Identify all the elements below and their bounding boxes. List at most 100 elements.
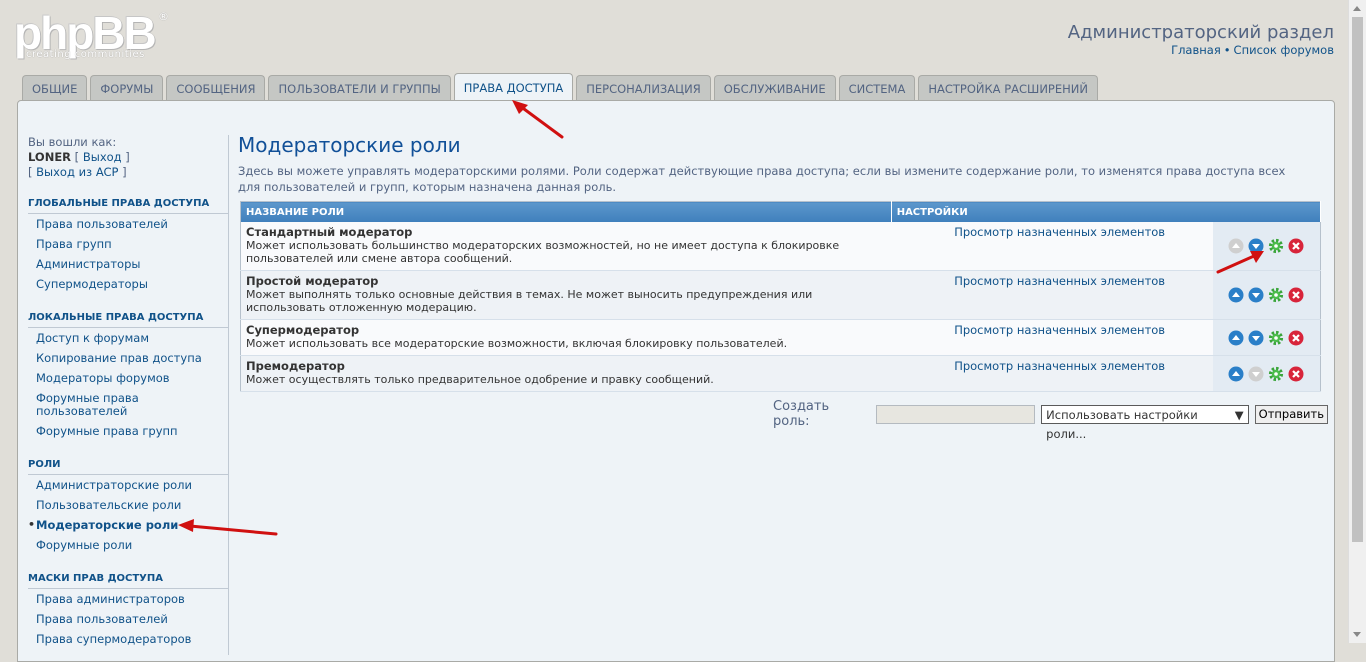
menu-global-permissions: Глобальные права доступа Права пользоват… — [28, 198, 228, 294]
move-up-icon[interactable] — [1228, 330, 1244, 346]
role-name: Супермодератор — [246, 323, 360, 337]
roles-table: Название роли Настройки Стандартный моде… — [240, 201, 1322, 392]
login-info: Вы вошли как: LONER [ Выход ] [ Выход из… — [28, 135, 228, 180]
role-template-select[interactable]: Использовать настройки роли... ▼ — [1041, 404, 1249, 441]
settings-gear-icon[interactable] — [1268, 330, 1284, 346]
role-name: Премодератор — [246, 359, 345, 373]
sidebar-item-administrators[interactable]: Администраторы — [28, 254, 228, 274]
sidebar-item-admin-roles[interactable]: Администраторские роли — [28, 475, 228, 495]
sidebar-item-user-permissions[interactable]: Права пользователей — [28, 214, 228, 234]
table-row: Супермодератор Может использовать все мо… — [240, 319, 1321, 356]
sidebar-item-copy-permissions[interactable]: Копирование прав доступа — [28, 348, 228, 368]
menu-heading: Маски прав доступа — [28, 573, 228, 589]
chevron-down-icon: ▼ — [1234, 407, 1244, 422]
move-down-disabled-icon — [1248, 366, 1264, 382]
role-description: Может выполнять только основные действия… — [246, 288, 813, 314]
menu-heading: Роли — [28, 459, 228, 475]
scrollbar-thumb[interactable] — [1352, 17, 1363, 542]
tab-system[interactable]: Система — [838, 75, 916, 100]
row-actions — [1218, 330, 1315, 346]
logo-registered-mark: ® — [158, 10, 169, 23]
table-row: Стандартный модератор Может использовать… — [240, 222, 1321, 271]
tab-customise[interactable]: Персонализация — [576, 75, 711, 100]
phpbb-logo[interactable]: phpBB ® creating communities — [14, 7, 174, 64]
content-panel: Вы вошли как: LONER [ Выход ] [ Выход из… — [17, 100, 1335, 662]
sidebar-item-forum-moderators[interactable]: Модераторы форумов — [28, 368, 228, 388]
sidebar-item-global-moderators[interactable]: Супермодераторы — [28, 274, 228, 294]
settings-gear-icon[interactable] — [1268, 238, 1284, 254]
page-header-title: Администраторский раздел — [1067, 22, 1334, 43]
column-header-role-name: Название роли — [240, 201, 892, 222]
page-scrollbar[interactable] — [1348, 0, 1366, 643]
sidebar-item-user-roles[interactable]: Пользовательские роли — [28, 495, 228, 515]
link-separator: • — [1223, 43, 1231, 57]
create-role-input[interactable] — [875, 404, 1036, 424]
delete-icon[interactable] — [1288, 330, 1304, 346]
menu-local-permissions: Локальные права доступа Доступ к форумам… — [28, 312, 228, 441]
table-row: Простой модератор Может выполнять только… — [240, 270, 1321, 320]
create-role-label: Создать роль: — [773, 399, 830, 429]
menu-roles: Роли Администраторские роли Пользователь… — [28, 459, 228, 555]
row-actions — [1218, 366, 1315, 382]
settings-gear-icon[interactable] — [1268, 366, 1284, 382]
move-down-icon[interactable] — [1248, 287, 1264, 303]
role-description: Может осуществлять только предварительно… — [246, 373, 714, 386]
tab-posting[interactable]: Сообщения — [166, 75, 266, 100]
tab-extensions[interactable]: Настройка расширений — [918, 75, 1098, 100]
sidebar: Вы вошли как: LONER [ Выход ] [ Выход из… — [28, 135, 228, 649]
view-assigned-link[interactable]: Просмотр назначенных элементов — [896, 225, 1165, 239]
page-description: Здесь вы можете управлять модераторскими… — [238, 164, 1286, 194]
role-name: Простой модератор — [246, 274, 379, 288]
create-role-form: Создать роль: Использовать настройки рол… — [773, 399, 1328, 441]
sidebar-item-forum-access[interactable]: Доступ к форумам — [28, 328, 228, 348]
delete-icon[interactable] — [1288, 287, 1304, 303]
sidebar-item-user-forum-permissions[interactable]: Форумные права пользователей — [28, 388, 228, 421]
annotation-arrow-sidebar — [178, 519, 278, 536]
annotation-arrow-gear — [1216, 251, 1264, 274]
username: LONER — [28, 150, 72, 164]
logout-acp-link[interactable]: Выход из ACP — [36, 165, 118, 179]
scroll-up-icon[interactable] — [1353, 6, 1361, 11]
sidebar-item-group-forum-permissions[interactable]: Форумные права групп — [28, 421, 228, 441]
tab-maintenance[interactable]: Обслуживание — [713, 75, 836, 100]
logout-link[interactable]: Выход — [83, 150, 122, 164]
role-name: Стандартный модератор — [246, 225, 413, 239]
role-description: Может использовать большинство модератор… — [246, 239, 840, 265]
role-description: Может использовать все модераторские воз… — [246, 337, 788, 350]
main-content: Модераторские роли Здесь вы можете управ… — [238, 133, 1328, 441]
tab-forums[interactable]: Форумы — [90, 75, 164, 100]
logged-in-label: Вы вошли как: — [28, 135, 117, 149]
link-forum-list[interactable]: Список форумов — [1234, 43, 1334, 57]
move-up-icon[interactable] — [1228, 287, 1244, 303]
column-header-settings: Настройки — [891, 201, 1322, 222]
settings-gear-icon[interactable] — [1268, 287, 1284, 303]
move-down-icon[interactable] — [1248, 330, 1264, 346]
sidebar-divider — [228, 135, 229, 655]
sidebar-item-group-permissions[interactable]: Права групп — [28, 234, 228, 254]
view-assigned-link[interactable]: Просмотр назначенных элементов — [896, 359, 1165, 373]
delete-icon[interactable] — [1288, 366, 1304, 382]
sidebar-item-user-masks[interactable]: Права пользователей — [28, 609, 228, 629]
tab-users-groups[interactable]: Пользователи и группы — [268, 75, 451, 100]
menu-heading: Локальные права доступа — [28, 312, 228, 328]
delete-icon[interactable] — [1288, 238, 1304, 254]
tab-general[interactable]: Общие — [22, 75, 88, 100]
row-actions — [1218, 287, 1315, 303]
move-up-icon[interactable] — [1228, 366, 1244, 382]
sidebar-item-admin-masks[interactable]: Права администраторов — [28, 589, 228, 609]
view-assigned-link[interactable]: Просмотр назначенных элементов — [896, 323, 1165, 337]
view-assigned-link[interactable]: Просмотр назначенных элементов — [896, 274, 1165, 288]
menu-permission-masks: Маски прав доступа Права администраторов… — [28, 573, 228, 649]
link-home[interactable]: Главная — [1171, 43, 1221, 57]
header-links: Главная • Список форумов — [1171, 43, 1334, 57]
annotation-arrow-tab — [512, 100, 564, 139]
submit-button[interactable]: Отправить — [1254, 404, 1328, 424]
sidebar-item-supermoderator-masks[interactable]: Права супермодераторов — [28, 629, 228, 649]
scroll-down-icon[interactable] — [1353, 632, 1361, 637]
tab-permissions[interactable]: Права доступа — [453, 73, 574, 101]
logo-tagline: creating communities — [26, 49, 145, 60]
menu-heading: Глобальные права доступа — [28, 198, 228, 214]
table-row: Премодератор Может осуществлять только п… — [240, 355, 1321, 392]
role-template-select-value: Использовать настройки роли... — [1046, 407, 1198, 441]
page-title: Модераторские роли — [238, 133, 461, 157]
